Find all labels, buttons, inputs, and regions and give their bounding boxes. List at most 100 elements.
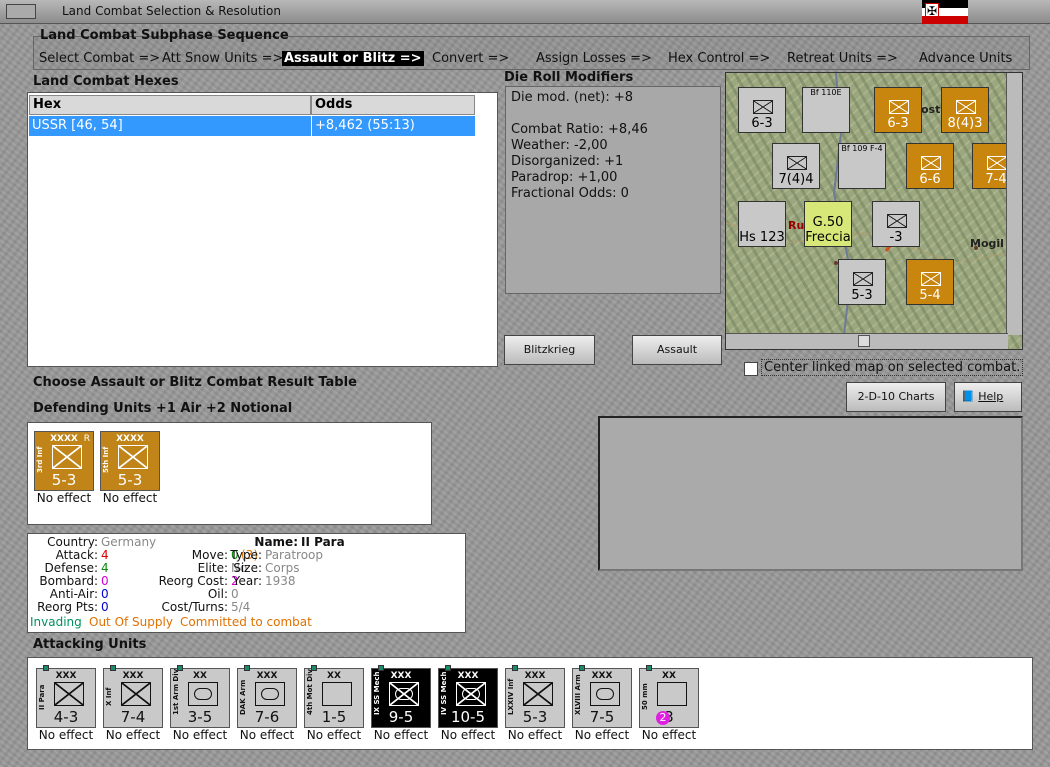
mech-symbol-icon <box>389 682 419 706</box>
reorg-pts-value: 0 <box>101 600 109 614</box>
status-pip-icon <box>579 665 585 671</box>
drm-line: Die mod. (net): +8 <box>511 90 634 105</box>
reorg-pts-label: Reorg Pts: <box>37 600 98 614</box>
combat-hexes-list[interactable]: Hex Odds USSR [46, 54] +8,462 (55:13) <box>27 92 498 367</box>
attacker-effect: No effect <box>38 728 94 742</box>
subphase-step[interactable]: Assault or Blitz => <box>282 51 424 66</box>
charts-button[interactable]: 2-D-10 Charts <box>846 382 946 412</box>
attacker-unit[interactable]: XXX XLVIII Arm 7-5 <box>572 665 632 728</box>
map-unit[interactable]: 5-4 <box>906 259 954 305</box>
attacker-unit[interactable]: XXX IX SS Mech 9-5 <box>371 665 431 728</box>
assault-button[interactable]: Assault <box>632 335 722 365</box>
attacker-unit[interactable]: XXX LXXIV Inf 5-3 <box>505 665 565 728</box>
subphase-step[interactable]: Assign Losses => <box>536 51 652 66</box>
linked-map[interactable]: 6-3 Bf 110E 6-3 8(4)3 7(4)4 Bf 109 F-4 6… <box>725 72 1023 350</box>
attacker-unit[interactable]: XX50 mm32 <box>639 665 699 728</box>
map-city-label: Mogil <box>970 237 1004 250</box>
map-unit[interactable]: 7(4)4 <box>772 143 820 189</box>
subphase-step[interactable]: Retreat Units => <box>787 51 898 66</box>
defenders-title: Defending Units +1 Air +2 Notional <box>33 401 293 416</box>
status-pip-icon <box>177 665 183 671</box>
inf-symbol-icon <box>523 682 553 706</box>
status-out-of-supply: Out Of Supply <box>89 615 173 629</box>
subphase-step[interactable]: Convert => <box>432 51 509 66</box>
attacker-effect: No effect <box>172 728 228 742</box>
drm-line: Weather: -2,00 <box>511 138 608 153</box>
map-air-unit[interactable]: Bf 109 F-4 <box>838 143 886 189</box>
map-horizontal-scrollbar[interactable] <box>726 333 1008 349</box>
year-label: Year: <box>232 574 262 588</box>
attacker-effect: No effect <box>306 728 362 742</box>
attacking-units-panel: XXX II Para 4-3 No effect XXX X Inf 7-4 No effe… <box>27 657 1033 750</box>
window-titlebar: Land Combat Selection & Resolution ✠ <box>0 0 1050 24</box>
defender-unit[interactable]: XXXX 5th Inf 5-3 <box>100 431 160 491</box>
attacker-effect: No effect <box>105 728 161 742</box>
result-table-title: Choose Assault or Blitz Combat Result Ta… <box>33 375 357 390</box>
system-menu-button[interactable] <box>6 4 36 19</box>
subphase-step[interactable]: Att Snow Units => <box>162 51 283 66</box>
scroll-thumb[interactable] <box>858 335 870 347</box>
mot-symbol-icon <box>322 682 352 706</box>
inf-symbol-icon <box>121 682 151 706</box>
mech-symbol-icon <box>456 682 486 706</box>
subphase-step[interactable]: Advance Units <box>919 51 1012 66</box>
attacker-unit[interactable]: XXX II Para 4-3 <box>36 665 96 728</box>
attacker-effect: No effect <box>574 728 630 742</box>
attacker-unit[interactable]: XXX X Inf 7-4 <box>103 665 163 728</box>
selected-map-unit[interactable]: -3 <box>872 201 920 247</box>
window-title: Land Combat Selection & Resolution <box>62 4 281 18</box>
defender-unit[interactable]: XXXX R 3rd Inf 5-3 <box>34 431 94 491</box>
blitzkrieg-button[interactable]: Blitzkrieg <box>504 335 595 365</box>
map-unit[interactable]: 6-3 <box>738 87 786 133</box>
help-button[interactable]: 📘 Help <box>954 382 1022 412</box>
map-air-unit[interactable]: Hs 123 <box>738 201 786 247</box>
defender-effect: No effect <box>102 491 158 505</box>
map-city-label: ost <box>921 103 941 116</box>
status-pip-icon <box>244 665 250 671</box>
art-symbol-icon <box>657 682 687 706</box>
attacker-unit[interactable]: XXX DAK Arm 7-6 <box>237 665 297 728</box>
status-committed: Committed to combat <box>180 615 312 629</box>
hex-column-header[interactable]: Hex <box>29 95 311 115</box>
map-air-unit[interactable]: G.50 Freccia <box>804 201 852 247</box>
odds-cell[interactable]: +8,462 (55:13) <box>311 116 475 136</box>
subphase-step[interactable]: Hex Control => <box>668 51 770 66</box>
hex-cell[interactable]: USSR [46, 54] <box>29 116 311 136</box>
attacker-unit[interactable]: XX 1st Arm Div 3-5 <box>170 665 230 728</box>
attacker-unit[interactable]: XX 4th Mot Div 1-5 <box>304 665 364 728</box>
defender-effect: No effect <box>36 491 92 505</box>
cost-turns-label: Cost/Turns: <box>161 600 228 614</box>
para-symbol-icon <box>54 682 84 706</box>
status-pip-icon <box>445 665 451 671</box>
book-icon: 📘 <box>961 390 975 403</box>
drm-line: Disorganized: +1 <box>511 154 624 169</box>
center-map-checkbox[interactable] <box>744 362 758 376</box>
map-air-unit[interactable]: Bf 110E <box>802 87 850 133</box>
badge: 2 <box>656 711 670 725</box>
odds-column-header[interactable]: Odds <box>311 95 475 115</box>
map-unit[interactable]: 6-6 <box>906 143 954 189</box>
attacker-effect: No effect <box>641 728 697 742</box>
attacker-unit[interactable]: XXX IV SS Mech 10-5 <box>438 665 498 728</box>
map-unit[interactable]: 5-3 <box>838 259 886 305</box>
status-pip-icon <box>43 665 49 671</box>
drm-line: Fractional Odds: 0 <box>511 186 629 201</box>
cost-turns-value: 5/4 <box>231 600 251 614</box>
arm-symbol-icon <box>255 682 285 706</box>
help-label: Help <box>978 390 1004 403</box>
defending-units-panel: XXXX R 3rd Inf 5-3 No effect XXXX 5th In… <box>27 422 432 525</box>
map-region-label: Ru <box>788 219 805 232</box>
map-vertical-scrollbar[interactable] <box>1006 73 1022 335</box>
attacker-effect: No effect <box>440 728 496 742</box>
attackers-title: Attacking Units <box>33 637 147 652</box>
map-unit[interactable]: 8(4)3 <box>941 87 989 133</box>
status-pip-icon <box>646 665 652 671</box>
attacker-effect: No effect <box>373 728 429 742</box>
center-map-label[interactable]: Center linked map on selected combat. <box>761 359 1024 376</box>
status-pip-icon <box>110 665 116 671</box>
subphase-step[interactable]: Select Combat => <box>39 51 160 66</box>
status-invading: Invading <box>30 615 82 629</box>
country-value: Germany <box>101 535 157 549</box>
map-unit[interactable]: 6-3 <box>874 87 922 133</box>
attacker-effect: No effect <box>507 728 563 742</box>
